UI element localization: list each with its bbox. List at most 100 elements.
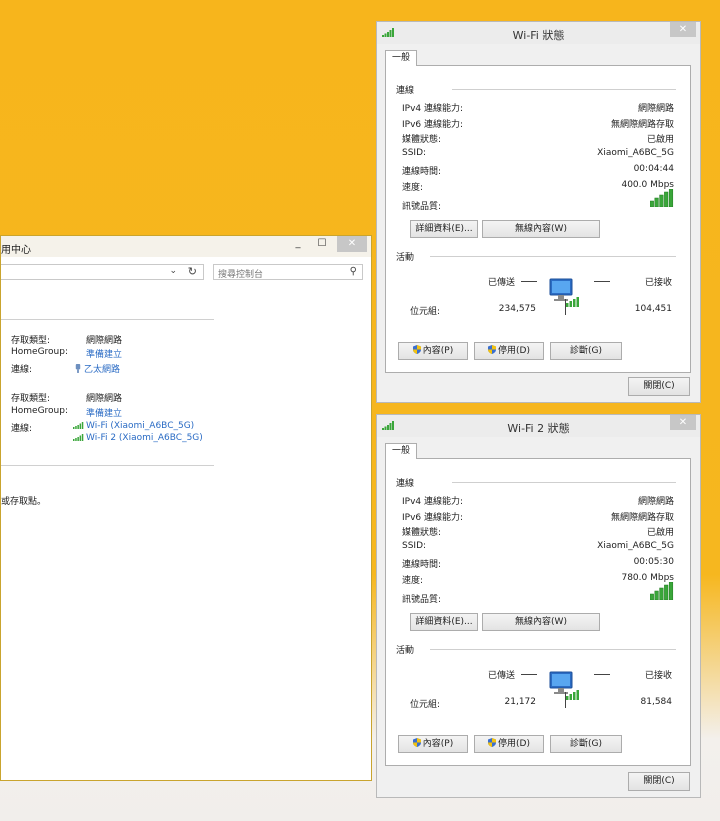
info-row-value: 00:05:30 <box>633 557 674 567</box>
diagnose-button[interactable]: 診斷(G) <box>550 342 622 360</box>
info-row-label: 連線時間: <box>402 560 442 570</box>
details-button[interactable]: 詳細資料(E)... <box>410 220 478 238</box>
activity-section-label: 活動 <box>396 253 415 263</box>
access-type-label: 存取類型: <box>11 336 51 346</box>
tab-general[interactable]: 一般 <box>385 50 417 66</box>
address-bar[interactable]: ⌄ ↻ <box>1 264 204 280</box>
ethernet-icon <box>75 364 81 373</box>
dialog-titlebar[interactable]: Wi-Fi 狀態 ✕ <box>377 22 700 44</box>
connection-link-wifi[interactable]: Wi-Fi (Xiaomi_A6BC_5G) <box>73 421 194 431</box>
details-button[interactable]: 詳細資料(E)... <box>410 613 478 631</box>
homegroup-link[interactable]: 準備建立 <box>86 347 122 360</box>
close-button[interactable]: 關閉(C) <box>628 377 690 396</box>
connection-section-label: 連線 <box>396 86 415 96</box>
properties-button[interactable]: 內容(P) <box>398 735 468 753</box>
info-row-label: 連線時間: <box>402 167 442 177</box>
search-input[interactable]: 搜尋控制台 ⚲ <box>213 264 363 280</box>
chevron-down-icon[interactable]: ⌄ <box>169 266 177 276</box>
connection-link-text: Wi-Fi 2 (Xiaomi_A6BC_5G) <box>86 433 203 443</box>
dialog-titlebar[interactable]: Wi-Fi 2 狀態 ✕ <box>377 415 700 437</box>
network-activity-icon <box>549 671 579 700</box>
received-dash <box>594 281 610 282</box>
info-row-label: IPv6 連線能力: <box>402 120 464 130</box>
info-row-label: SSID: <box>402 148 427 158</box>
received-label: 已接收 <box>644 671 672 681</box>
bytes-divider <box>565 692 566 708</box>
troubleshoot-text: 或存取點。 <box>1 497 47 507</box>
disable-button[interactable]: 停用(D) <box>474 342 544 360</box>
section-divider <box>430 649 676 650</box>
bytes-label: 位元組: <box>410 307 441 317</box>
info-row-value: 00:04:44 <box>633 164 674 174</box>
info-row-value: 已啟用 <box>646 135 674 145</box>
bytes-label: 位元組: <box>410 700 441 710</box>
wifi-status-dialog: Wi-Fi 狀態 ✕ 一般 連線 IPv4 連線能力: 網際網路 IPv6 連線能力: 無網際… <box>376 21 701 403</box>
connection-link-ethernet[interactable]: 乙太網路 <box>74 362 120 375</box>
divider <box>1 319 214 320</box>
disable-button[interactable]: 停用(D) <box>474 735 544 753</box>
diagnose-button[interactable]: 診斷(G) <box>550 735 622 753</box>
info-row-value: Xiaomi_A6BC_5G <box>597 148 674 158</box>
refresh-icon[interactable]: ↻ <box>188 265 197 278</box>
disable-button-label: 停用(D) <box>498 346 530 356</box>
signal-bar <box>650 593 654 600</box>
signal-quality-label: 訊號品質: <box>402 595 442 605</box>
signal-bar <box>664 584 669 600</box>
wireless-properties-button[interactable]: 無線內容(W) <box>482 613 600 631</box>
section-divider <box>430 256 676 257</box>
uac-shield-icon <box>488 738 497 747</box>
signal-bar <box>654 590 659 600</box>
info-row-label: 速度: <box>402 183 424 193</box>
maximize-button[interactable]: ☐ <box>311 236 333 252</box>
close-button[interactable]: 關閉(C) <box>628 772 690 791</box>
minimize-button[interactable]: _ <box>287 236 309 252</box>
connection-label: 連線: <box>11 365 33 375</box>
info-row-value: 無網際網路存取 <box>610 513 674 523</box>
network-activity-icon <box>549 278 579 307</box>
bytes-sent: 234,575 <box>498 304 536 314</box>
sent-dash <box>521 281 537 282</box>
received-label: 已接收 <box>644 278 672 288</box>
bytes-received: 81,584 <box>640 697 673 707</box>
info-row-value: Xiaomi_A6BC_5G <box>597 541 674 551</box>
bytes-divider <box>565 299 566 315</box>
signal-bar <box>650 200 654 207</box>
tab-general[interactable]: 一般 <box>385 443 417 459</box>
tab-panel: 連線 IPv4 連線能力: 網際網路 IPv6 連線能力: 無網際網路存取 媒體狀態: 已啟… <box>385 458 691 766</box>
nsc-title: 用中心 <box>1 245 31 256</box>
info-row-label: IPv4 連線能力: <box>402 497 464 507</box>
close-icon[interactable]: ✕ <box>670 22 696 37</box>
info-row-label: 速度: <box>402 576 424 586</box>
connection-link-text: 乙太網路 <box>84 365 121 375</box>
homegroup-link[interactable]: 準備建立 <box>86 406 122 419</box>
signal-bar <box>659 587 664 600</box>
info-row-label: 媒體狀態: <box>402 135 442 145</box>
tab-panel: 連線 IPv4 連線能力: 網際網路 IPv6 連線能力: 無網際網路存取 媒體狀態: 已啟… <box>385 65 691 373</box>
bytes-received: 104,451 <box>634 304 672 314</box>
sent-label: 已傳送 <box>488 278 516 288</box>
signal-bar <box>668 582 674 600</box>
nsc-close-button[interactable]: ✕ <box>337 236 367 252</box>
nsc-titlebar[interactable]: 用中心 _ ☐ ✕ <box>1 236 371 257</box>
signal-quality-icon <box>650 582 674 600</box>
signal-bar <box>659 194 664 207</box>
signal-bars-icon <box>73 422 84 429</box>
info-row-value: 網際網路 <box>637 497 674 507</box>
uac-shield-icon <box>412 738 421 747</box>
connection-link-wifi2[interactable]: Wi-Fi 2 (Xiaomi_A6BC_5G) <box>73 433 203 443</box>
connection-label: 連線: <box>11 424 33 434</box>
search-icon[interactable]: ⚲ <box>350 266 357 277</box>
disable-button-label: 停用(D) <box>498 739 530 749</box>
uac-shield-icon <box>412 345 421 354</box>
properties-button-label: 內容(P) <box>422 346 454 356</box>
connection-section-label: 連線 <box>396 479 415 489</box>
homegroup-label: HomeGroup: <box>11 347 69 357</box>
info-row-value: 無網際網路存取 <box>610 120 674 130</box>
signal-bar <box>664 191 669 207</box>
wireless-properties-button[interactable]: 無線內容(W) <box>482 220 600 238</box>
properties-button[interactable]: 內容(P) <box>398 342 468 360</box>
properties-button-label: 內容(P) <box>422 739 454 749</box>
info-row-label: 媒體狀態: <box>402 528 442 538</box>
close-icon[interactable]: ✕ <box>670 415 696 430</box>
network-sharing-center-window: 用中心 _ ☐ ✕ ⌄ ↻ 搜尋控制台 ⚲ 存取類型: 網際網路 HomeGro… <box>0 235 372 781</box>
